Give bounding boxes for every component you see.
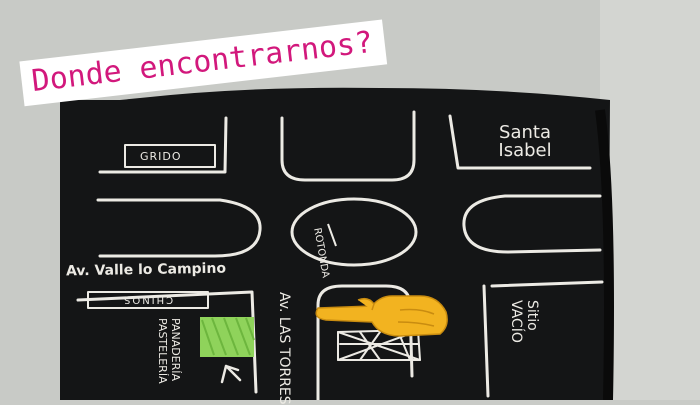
avenue-torres-label: Av. LAS TORRES <box>276 292 292 405</box>
wall-right <box>600 0 700 400</box>
grido-label: GRIDO <box>140 150 182 163</box>
chinos-label: CHINOS <box>122 294 174 305</box>
panaderia-label: PANADERÍA PASTELERÍA <box>156 318 182 384</box>
santa-isabel-label: Santa Isabel <box>498 122 552 161</box>
avenue-valle-label: Av. Valle lo Campino <box>65 260 227 280</box>
sitio-label: Sitio VACÍO <box>508 300 540 343</box>
